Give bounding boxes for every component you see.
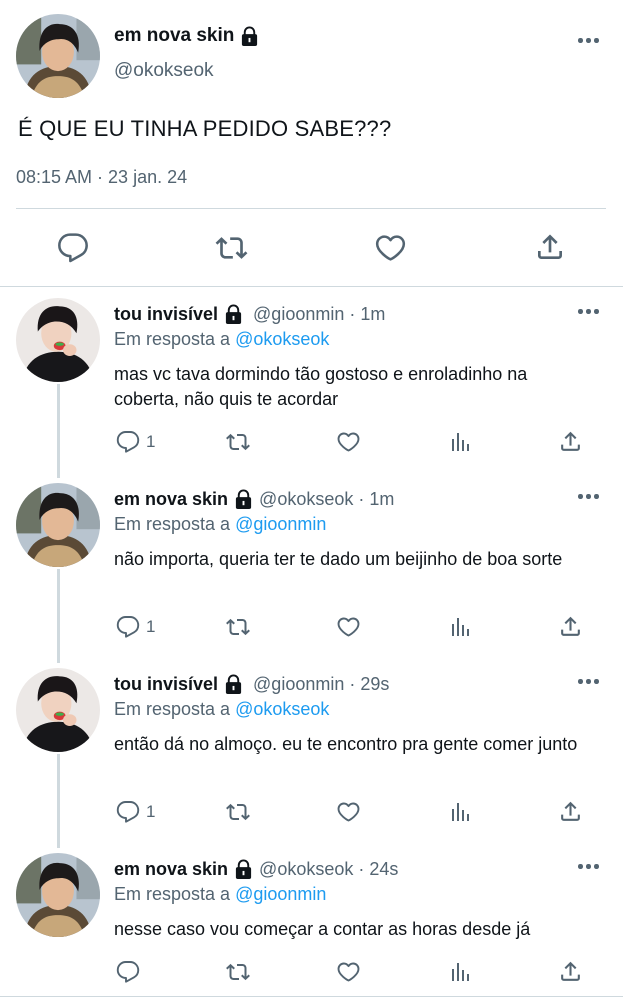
like-icon[interactable] <box>374 232 407 264</box>
divider <box>16 208 606 209</box>
display-name[interactable]: tou invisível <box>114 674 218 695</box>
relative-time[interactable]: 29s <box>360 674 389 695</box>
reply-header: em nova skin @okokseok · 24s <box>114 859 398 880</box>
reply-icon[interactable] <box>116 800 140 824</box>
handle[interactable]: @okokseok <box>259 489 353 510</box>
display-name[interactable]: tou invisível <box>114 304 218 325</box>
share-icon[interactable] <box>558 614 583 639</box>
separator-dot: · <box>358 859 365 879</box>
thread-line <box>57 754 60 848</box>
more-options-icon[interactable] <box>578 309 600 315</box>
more-options-icon[interactable] <box>578 864 600 870</box>
retweet-icon[interactable] <box>225 430 251 454</box>
replying-to: Em resposta a @okokseok <box>114 699 329 720</box>
divider <box>0 286 623 287</box>
more-options-icon[interactable] <box>578 494 600 500</box>
like-icon[interactable] <box>336 430 361 454</box>
display-name-text[interactable]: em nova skin <box>114 25 234 47</box>
separator-dot: · <box>349 674 356 694</box>
like-icon[interactable] <box>336 800 361 824</box>
replying-to-label: Em resposta a <box>114 699 231 719</box>
timestamp[interactable]: 08:15 AM · 23 jan. 24 <box>16 167 187 188</box>
avatar[interactable] <box>16 483 100 567</box>
handle[interactable]: @okokseok <box>114 60 214 82</box>
reply-header: tou invisível @gioonmin · 1m <box>114 304 385 325</box>
divider <box>0 996 623 997</box>
mention-link[interactable]: @okokseok <box>235 699 329 719</box>
reply-icon[interactable] <box>116 960 140 984</box>
more-options-icon[interactable] <box>578 38 600 44</box>
reply-text: nesse caso vou começar a contar as horas… <box>114 919 531 939</box>
handle[interactable]: @gioonmin <box>253 674 344 695</box>
relative-time[interactable]: 1m <box>360 304 385 325</box>
reply-count: 1 <box>146 617 156 636</box>
handle[interactable]: @okokseok <box>259 859 353 880</box>
share-icon[interactable] <box>558 959 583 984</box>
display-name[interactable]: em nova skin <box>114 859 228 880</box>
avatar[interactable] <box>16 853 100 937</box>
reply-header: em nova skin @okokseok · 1m <box>114 489 394 510</box>
reply-header: tou invisível @gioonmin · 29s <box>114 674 389 695</box>
mention-link[interactable]: @gioonmin <box>235 884 326 904</box>
analytics-icon[interactable] <box>448 800 472 824</box>
lock-icon <box>234 859 253 880</box>
mention-link[interactable]: @gioonmin <box>235 514 326 534</box>
reply-text: não importa, queria ter te dado um beiji… <box>114 549 563 569</box>
display-name[interactable]: em nova skin <box>114 25 259 47</box>
like-icon[interactable] <box>336 960 361 984</box>
separator-dot: · <box>358 489 365 509</box>
reply-icon[interactable] <box>57 232 89 264</box>
avatar[interactable] <box>16 14 100 98</box>
lock-icon <box>224 674 243 695</box>
lock-icon <box>224 304 243 325</box>
more-options-icon[interactable] <box>578 679 600 685</box>
replying-to-label: Em resposta a <box>114 329 231 349</box>
share-icon[interactable] <box>558 429 583 454</box>
replying-to-label: Em resposta a <box>114 514 231 534</box>
display-name[interactable]: em nova skin <box>114 489 228 510</box>
reply-icon[interactable] <box>116 430 140 454</box>
analytics-icon[interactable] <box>448 615 472 639</box>
avatar[interactable] <box>16 298 100 382</box>
lock-icon <box>234 489 253 510</box>
analytics-icon[interactable] <box>448 960 472 984</box>
reply-text: mas vc tava dormindo tão gostoso e enrol… <box>114 364 528 409</box>
replying-to-label: Em resposta a <box>114 884 231 904</box>
reply-icon[interactable] <box>116 615 140 639</box>
replying-to: Em resposta a @gioonmin <box>114 884 326 905</box>
reply-text: então dá no almoço. eu te encontro pra g… <box>114 734 578 754</box>
retweet-icon[interactable] <box>225 960 251 984</box>
share-icon[interactable] <box>534 231 566 263</box>
replying-to: Em resposta a @gioonmin <box>114 514 326 535</box>
share-icon[interactable] <box>558 799 583 824</box>
relative-time[interactable]: 24s <box>369 859 398 880</box>
thread-line <box>57 384 60 478</box>
mention-link[interactable]: @okokseok <box>235 329 329 349</box>
reply-count: 1 <box>146 432 156 451</box>
like-icon[interactable] <box>336 615 361 639</box>
replying-to: Em resposta a @okokseok <box>114 329 329 350</box>
retweet-icon[interactable] <box>225 615 251 639</box>
relative-time[interactable]: 1m <box>369 489 394 510</box>
lock-icon <box>240 26 259 47</box>
retweet-icon[interactable] <box>225 800 251 824</box>
retweet-icon[interactable] <box>215 232 248 264</box>
separator-dot: · <box>349 304 356 324</box>
analytics-icon[interactable] <box>448 430 472 454</box>
thread-line <box>57 569 60 663</box>
tweet-text: É QUE EU TINHA PEDIDO SABE??? <box>18 116 392 141</box>
reply-count: 1 <box>146 802 156 821</box>
handle[interactable]: @gioonmin <box>253 304 344 325</box>
avatar[interactable] <box>16 668 100 752</box>
